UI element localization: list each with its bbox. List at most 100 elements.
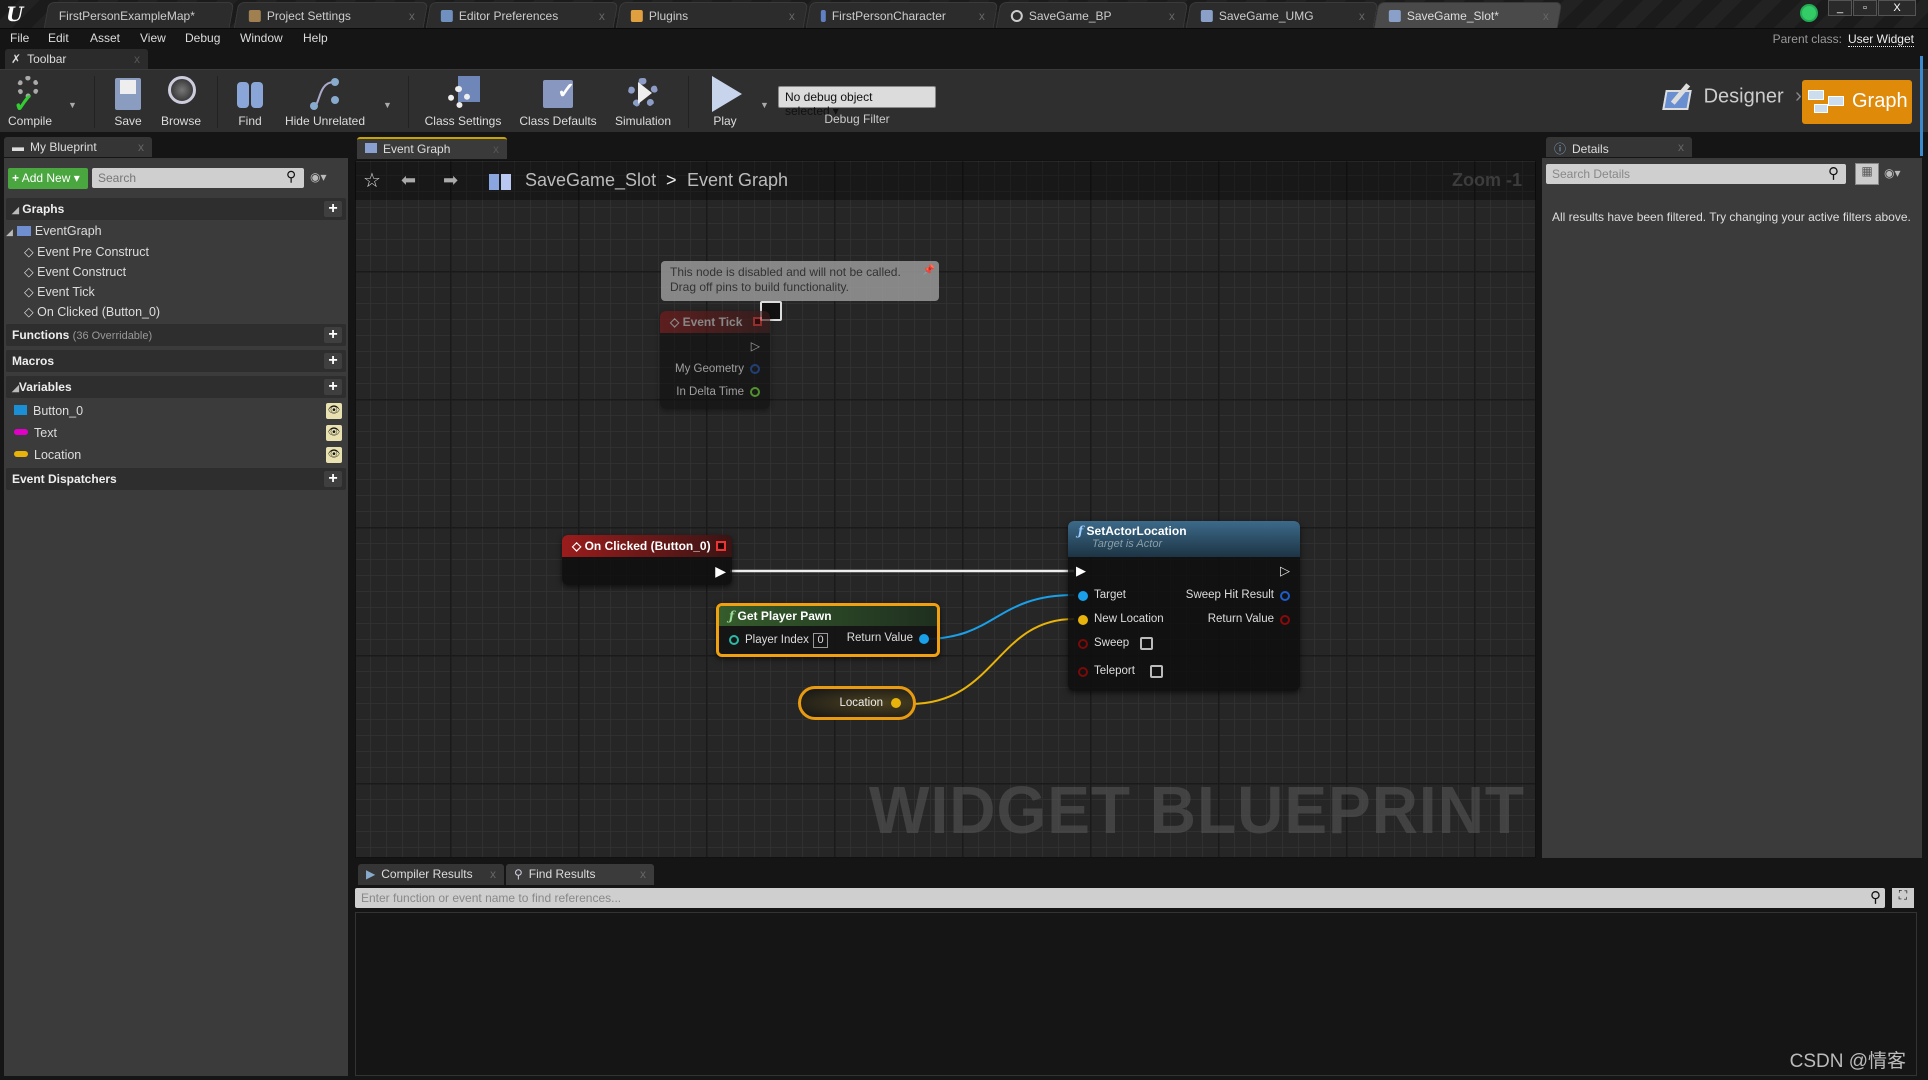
close-icon[interactable]: x [599, 9, 605, 23]
close-icon[interactable]: x [640, 867, 646, 881]
find-in-all-blueprints-button[interactable]: ⛶ [1892, 888, 1914, 908]
tree-item-eventgraph[interactable]: ◢ EventGraph [6, 224, 102, 238]
add-function-button[interactable]: + [324, 327, 342, 343]
back-arrow-icon[interactable]: ⬅ [401, 170, 416, 191]
sweep-hit-result-pin[interactable] [1280, 591, 1290, 601]
sweep-checkbox[interactable] [1140, 637, 1153, 650]
my-geometry-pin[interactable] [750, 364, 760, 374]
return-value-pin[interactable] [919, 634, 929, 644]
sweep-pin[interactable] [1078, 639, 1088, 649]
graph-canvas[interactable]: WIDGET BLUEPRINT This node is disabled a… [355, 160, 1536, 858]
doc-tab-firstpersonexamplemap[interactable]: FirstPersonExampleMap* [43, 2, 235, 28]
return-value-pin[interactable] [1280, 615, 1290, 625]
teleport-pin[interactable] [1078, 667, 1088, 677]
location-variable-node[interactable]: Location [798, 686, 916, 720]
get-player-pawn-node[interactable]: ƒ Get Player Pawn Player Index 0 Return … [716, 603, 940, 657]
delta-time-pin[interactable] [750, 387, 760, 397]
target-pin[interactable] [1078, 591, 1088, 601]
tree-item-event[interactable]: ◇ Event Pre Construct [24, 244, 149, 259]
simulation-button[interactable]: Simulation [610, 74, 676, 128]
close-icon[interactable]: x [490, 867, 496, 881]
add-macro-button[interactable]: + [324, 353, 342, 369]
visibility-filter-icon[interactable]: ◉▾ [310, 170, 327, 184]
source-control-status-icon[interactable] [1800, 4, 1818, 22]
close-icon[interactable]: x [1359, 9, 1365, 23]
event-graph-tab[interactable]: Event Graph x [357, 137, 507, 159]
close-icon[interactable]: x [1169, 9, 1175, 23]
doc-tab-firstpersoncharacter[interactable]: FirstPersonCharacter x [805, 2, 999, 28]
category-graphs[interactable]: ◢ Graphs + [6, 198, 346, 220]
browse-button[interactable]: Browse [158, 74, 204, 128]
close-icon[interactable]: x [1678, 140, 1684, 154]
exec-out-pin[interactable]: ▶ [715, 563, 726, 580]
add-variable-button[interactable]: + [324, 379, 342, 395]
close-window-button[interactable]: X [1878, 0, 1916, 16]
find-results-tab[interactable]: ⚲ Find Results x [506, 864, 654, 885]
minimize-button[interactable]: _ [1828, 0, 1852, 16]
close-icon[interactable]: x [134, 52, 140, 66]
toolbar-tab[interactable]: ✗ Toolbar x [5, 49, 148, 69]
exec-out-pin[interactable]: ▷ [1280, 563, 1290, 579]
menu-edit[interactable]: Edit [48, 31, 69, 45]
menu-window[interactable]: Window [240, 31, 283, 45]
hide-unrelated-button[interactable]: Hide Unrelated [284, 74, 366, 128]
menu-debug[interactable]: Debug [185, 31, 220, 45]
category-variables[interactable]: ◢Variables + [6, 376, 346, 398]
doc-tab-plugins[interactable]: Plugins x [615, 2, 809, 28]
breadcrumb-root[interactable]: SaveGame_Slot [525, 170, 656, 191]
class-settings-button[interactable]: Class Settings [422, 74, 504, 128]
details-search-input[interactable]: Search Details [1546, 164, 1846, 184]
variable-item[interactable]: Location [14, 448, 81, 462]
add-dispatcher-button[interactable]: + [324, 471, 342, 487]
delegate-pin[interactable] [753, 317, 762, 326]
tree-item-event[interactable]: ◇ Event Tick [24, 284, 95, 299]
eye-icon[interactable]: 👁 [326, 447, 342, 463]
eye-icon[interactable]: 👁 [326, 403, 342, 419]
variable-item[interactable]: Text [14, 426, 57, 440]
close-icon[interactable]: x [1543, 9, 1549, 23]
close-icon[interactable]: x [493, 142, 499, 156]
save-button[interactable]: Save [108, 74, 148, 128]
menu-help[interactable]: Help [303, 31, 328, 45]
variable-item[interactable]: Button_0 [14, 404, 83, 418]
set-actor-location-node[interactable]: ƒ SetActorLocation Target is Actor ▶ ▷ T… [1068, 521, 1300, 691]
graph-mode-button[interactable]: Graph [1802, 80, 1912, 124]
new-location-pin[interactable] [1078, 615, 1088, 625]
tree-item-event[interactable]: ◇ Event Construct [24, 264, 126, 279]
doc-tab-project-settings[interactable]: Project Settings x [233, 2, 429, 28]
menu-asset[interactable]: Asset [90, 31, 120, 45]
menu-file[interactable]: File [10, 31, 29, 45]
category-functions[interactable]: Functions (36 Overridable) + [6, 324, 346, 346]
find-references-input[interactable]: Enter function or event name to find ref… [355, 888, 1885, 908]
close-icon[interactable]: x [979, 9, 985, 23]
forward-arrow-icon[interactable]: ➡ [443, 170, 458, 191]
menu-view[interactable]: View [140, 31, 166, 45]
add-new-button[interactable]: + Add New ▾ [8, 168, 88, 189]
on-clicked-node[interactable]: ◇ On Clicked (Button_0) ▶ [562, 535, 732, 585]
eye-icon[interactable]: 👁 [326, 425, 342, 441]
close-icon[interactable]: x [409, 9, 415, 23]
compile-button[interactable]: ✓ Compile [6, 74, 54, 128]
compile-options-dropdown[interactable]: ▼ [68, 100, 77, 110]
designer-mode-button[interactable]: Designer › [1660, 82, 1810, 118]
location-out-pin[interactable] [891, 698, 901, 708]
my-blueprint-search-input[interactable]: Search [92, 168, 304, 188]
restore-button[interactable]: ▫ [1853, 0, 1877, 16]
close-icon[interactable]: x [789, 9, 795, 23]
add-graph-button[interactable]: + [324, 201, 342, 217]
play-options-dropdown[interactable]: ▼ [760, 100, 769, 110]
pin-icon[interactable]: 📌 [923, 263, 935, 278]
doc-tab-savegame-bp[interactable]: SaveGame_BP x [995, 2, 1189, 28]
doc-tab-savegame-umg[interactable]: SaveGame_UMG x [1185, 2, 1379, 28]
visibility-filter-icon[interactable]: ◉▾ [1884, 166, 1901, 180]
teleport-checkbox[interactable] [1150, 665, 1163, 678]
find-button[interactable]: Find [230, 74, 270, 128]
delegate-pin[interactable] [716, 541, 726, 551]
doc-tab-editor-preferences[interactable]: Editor Preferences x [425, 2, 619, 28]
exec-out-pin[interactable]: ▷ [751, 339, 760, 353]
parent-class-link[interactable]: User Widget [1847, 32, 1914, 47]
scrollbar[interactable] [1920, 56, 1923, 156]
player-index-pin[interactable] [729, 635, 739, 645]
close-icon[interactable]: x [138, 140, 144, 154]
category-event-dispatchers[interactable]: Event Dispatchers + [6, 468, 346, 490]
